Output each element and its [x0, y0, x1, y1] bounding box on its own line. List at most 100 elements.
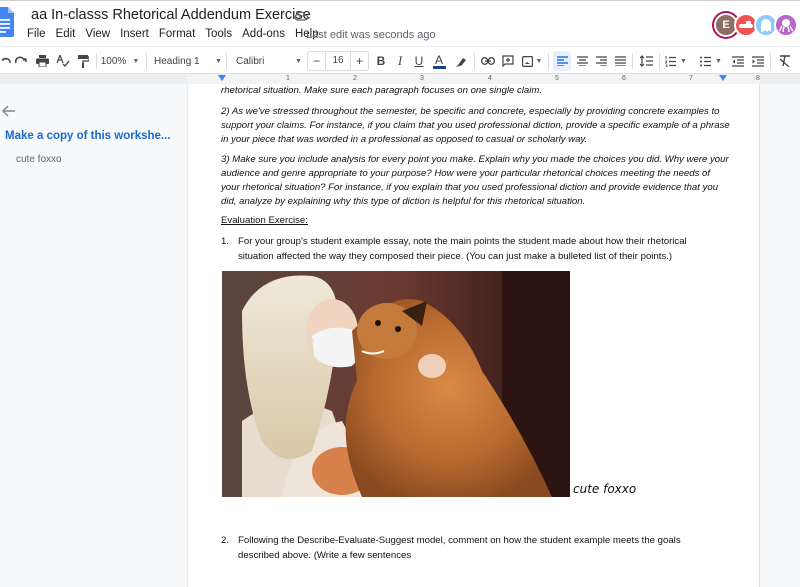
left-indent-marker[interactable] — [218, 75, 226, 81]
outline-heading-item[interactable]: Make a copy of this workshe... — [5, 130, 171, 142]
paragraph-style-select[interactable]: Heading 1 ▼ — [154, 47, 222, 75]
list-number: 1. — [221, 236, 230, 247]
document-outline: Make a copy of this workshe... cute foxx… — [0, 84, 187, 587]
document-page[interactable]: rhetorical situation. Make sure each par… — [187, 84, 760, 587]
google-docs-window: aa In-classs Rhetorical Addendum Exercis… — [0, 0, 800, 587]
paragraph: 2) As we've stressed throughout the seme… — [221, 106, 730, 145]
menu-edit[interactable]: Edit — [56, 28, 82, 40]
list-item: 1. For your group’s student example essa… — [221, 235, 708, 264]
paragraph: rhetorical situation. Make sure each par… — [221, 85, 543, 96]
print-button[interactable] — [34, 47, 50, 75]
toolbar-divider — [474, 53, 475, 69]
menu-tools[interactable]: Tools — [205, 28, 238, 40]
highlighter-icon — [455, 57, 466, 67]
ruler-number: 1 — [286, 75, 290, 82]
font-size-stepper: − 16 + — [307, 51, 369, 71]
back-arrow-icon[interactable] — [2, 104, 16, 118]
avatar-initial: E — [722, 19, 730, 31]
right-indent-marker[interactable] — [719, 75, 727, 81]
toolbar-divider — [96, 53, 97, 69]
menu-add-ons[interactable]: Add-ons — [242, 28, 291, 40]
clear-formatting-button[interactable] — [777, 47, 793, 75]
ruler-number: 6 — [622, 75, 626, 82]
zoom-value: 100% — [100, 55, 127, 67]
redo-icon — [15, 56, 27, 64]
link-icon — [481, 57, 495, 65]
align-center-button[interactable] — [574, 47, 590, 75]
align-left-icon — [556, 56, 568, 66]
increase-font-size-button[interactable]: + — [351, 54, 368, 68]
insert-image-button[interactable]: ▼ — [520, 47, 544, 75]
menu-format[interactable]: Format — [159, 28, 201, 40]
caret-down-icon: ▼ — [132, 57, 140, 65]
caret-down-icon: ▼ — [295, 57, 302, 65]
text-color-button[interactable]: A — [432, 47, 446, 75]
decrease-indent-button[interactable] — [731, 47, 745, 75]
bulleted-list-button[interactable]: ▼ — [700, 47, 722, 75]
section-heading: Evaluation Exercise: — [221, 215, 308, 226]
undo-icon — [1, 57, 11, 64]
document-title[interactable]: aa In-classs Rhetorical Addendum Exercis… — [31, 7, 311, 23]
italic-button[interactable]: I — [393, 47, 407, 75]
text-color-glyph: A — [434, 52, 443, 67]
toolbar-divider — [548, 53, 549, 69]
underline-button[interactable]: U — [412, 47, 426, 75]
ruler-number: 4 — [488, 75, 492, 82]
add-comment-button[interactable] — [500, 47, 516, 75]
increase-indent-button[interactable] — [751, 47, 765, 75]
justify-button[interactable] — [612, 47, 628, 75]
highlight-button[interactable] — [454, 47, 468, 75]
increase-indent-icon — [752, 55, 764, 67]
text-color-swatch — [432, 65, 446, 69]
align-center-icon — [576, 56, 588, 66]
fox-photo[interactable] — [222, 271, 570, 497]
paragraph: 3) Make sure you include analysis for ev… — [221, 154, 729, 207]
toolbar-divider — [770, 53, 771, 69]
undo-button[interactable] — [0, 47, 12, 75]
menu-bar: File Edit View Insert Format Tools Add-o… — [27, 28, 329, 40]
header: aa In-classs Rhetorical Addendum Exercis… — [0, 0, 800, 46]
cloud-saved-icon[interactable] — [294, 10, 308, 22]
bold-button[interactable]: B — [374, 47, 388, 75]
list-item-text: For your group’s student example essay, … — [238, 236, 687, 262]
caret-down-icon: ▼ — [535, 57, 543, 65]
menu-file[interactable]: File — [27, 28, 52, 40]
menu-view[interactable]: View — [85, 28, 116, 40]
docs-logo-icon[interactable] — [0, 7, 14, 37]
align-right-button[interactable] — [593, 47, 609, 75]
ruler-page-area[interactable] — [187, 74, 760, 84]
align-right-icon — [595, 56, 607, 66]
outline-item[interactable]: cute foxxo — [16, 154, 62, 165]
paint-format-button[interactable] — [75, 47, 91, 75]
ruler-number: 8 — [756, 75, 760, 82]
paragraph-style-value: Heading 1 — [154, 55, 200, 67]
redo-button[interactable] — [14, 47, 28, 75]
justify-icon — [614, 56, 626, 66]
image-icon — [521, 55, 533, 67]
last-edit-status[interactable]: Last edit was seconds ago — [306, 29, 436, 41]
clear-formatting-icon — [779, 55, 790, 67]
numbered-list-button[interactable]: ▼ — [665, 47, 687, 75]
spellcheck-icon — [56, 55, 70, 67]
fox-photo-image — [222, 271, 570, 497]
ruler-number: 5 — [555, 75, 559, 82]
menu-insert[interactable]: Insert — [120, 28, 155, 40]
zoom-select[interactable]: 100% ▼ — [100, 47, 140, 75]
font-size-input[interactable]: 16 — [325, 52, 351, 70]
ruler-number: 2 — [353, 75, 357, 82]
font-family-select[interactable]: Calibri ▼ — [236, 47, 302, 75]
image-caption: cute foxxo — [573, 482, 637, 496]
line-spacing-button[interactable] — [638, 47, 654, 75]
insert-link-button[interactable] — [480, 47, 496, 75]
right-gutter — [760, 84, 800, 587]
spellcheck-button[interactable] — [55, 47, 71, 75]
align-left-button[interactable] — [553, 51, 571, 71]
bulleted-list-icon — [700, 56, 712, 66]
line-spacing-icon — [639, 55, 653, 67]
octopus-avatar-icon[interactable] — [774, 13, 798, 37]
decrease-indent-icon — [732, 55, 744, 67]
toolbar: 100% ▼ Heading 1 ▼ Calibri ▼ − 16 + B I U A — [0, 46, 800, 74]
caret-down-icon: ▼ — [680, 57, 687, 65]
decrease-font-size-button[interactable]: − — [308, 54, 325, 68]
caret-down-icon: ▼ — [715, 57, 722, 65]
